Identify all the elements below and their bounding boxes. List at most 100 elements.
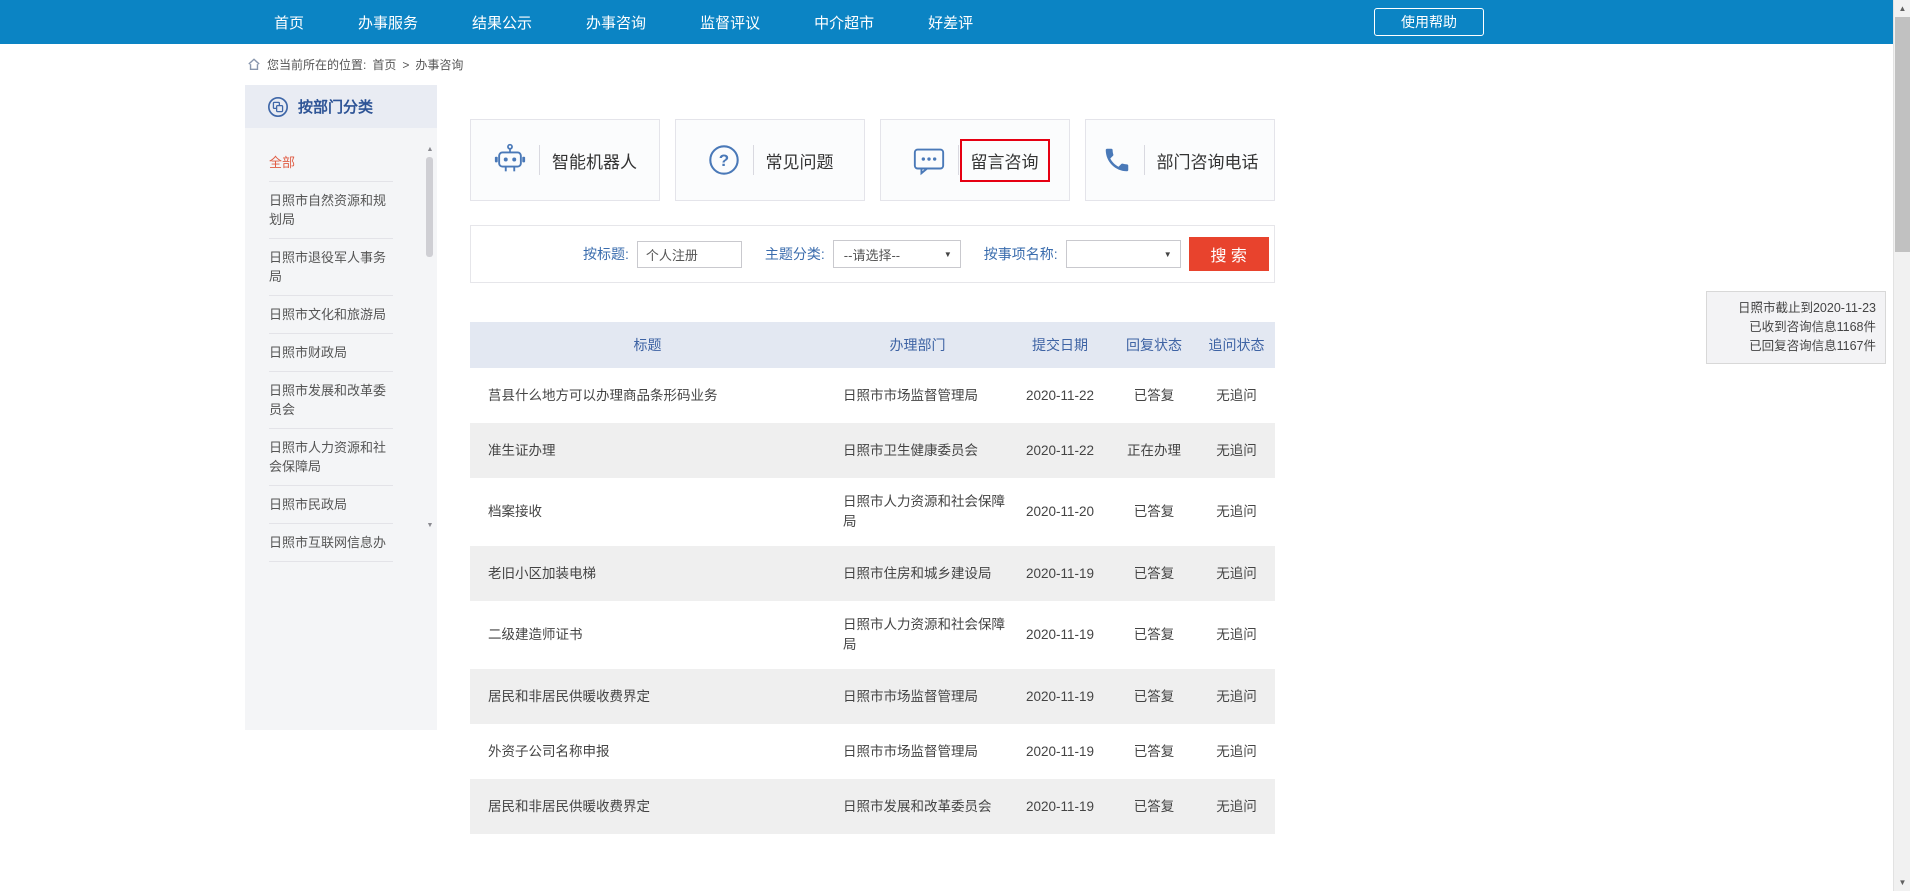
scroll-up-icon[interactable]: ▲ [1894, 0, 1910, 17]
sidebar-item-finance[interactable]: 日照市财政局 [269, 334, 393, 372]
tab-divider [958, 145, 959, 175]
row-title-link[interactable]: 老旧小区加装电梯 [470, 564, 825, 584]
title-filter-label: 按标题: [583, 244, 629, 264]
row-date: 2020-11-19 [1010, 625, 1110, 645]
breadcrumb-current[interactable]: 办事咨询 [415, 56, 463, 73]
row-title-link[interactable]: 档案接收 [470, 502, 825, 522]
chevron-down-icon: ▼ [944, 250, 952, 259]
row-reply-status: 已答复 [1110, 797, 1198, 817]
nav-item-rating[interactable]: 好差评 [928, 12, 973, 33]
nav-items: 首页 办事服务 结果公示 办事咨询 监督评议 中介超市 好差评 [274, 0, 973, 44]
message-icon [912, 143, 946, 177]
row-reply-status: 已答复 [1110, 502, 1198, 522]
table-row[interactable]: 居民和非居民供暖收费界定 日照市市场监督管理局 2020-11-19 已答复 无… [470, 669, 1275, 724]
category-icon [267, 96, 289, 118]
row-date: 2020-11-22 [1010, 386, 1110, 406]
nav-item-services[interactable]: 办事服务 [358, 12, 418, 33]
tab-phone-consult-label: 部门咨询电话 [1157, 148, 1259, 173]
sidebar-scroll-down-icon[interactable]: ▼ [425, 521, 435, 531]
sidebar-item-all[interactable]: 全部 [269, 144, 393, 182]
row-title-link[interactable]: 准生证办理 [470, 441, 825, 461]
nav-item-supervision[interactable]: 监督评议 [700, 12, 760, 33]
row-followup-status: 无追问 [1198, 625, 1275, 645]
row-department: 日照市卫生健康委员会 [825, 441, 1010, 461]
home-icon [247, 58, 261, 71]
header-reply-status: 回复状态 [1110, 335, 1198, 355]
phone-icon [1102, 145, 1132, 175]
page-scrollbar[interactable]: ▲ ▼ [1893, 0, 1910, 891]
sidebar-scroll-up-icon[interactable]: ▲ [425, 145, 435, 155]
tab-smart-robot-label: 智能机器人 [552, 148, 637, 173]
sidebar-item-internet-info[interactable]: 日照市互联网信息办 [269, 524, 393, 562]
row-reply-status: 正在办理 [1110, 441, 1198, 461]
row-reply-status: 已答复 [1110, 625, 1198, 645]
chevron-down-icon: ▼ [1164, 250, 1172, 259]
svg-text:?: ? [718, 151, 728, 170]
table-row[interactable]: 档案接收 日照市人力资源和社会保障局 2020-11-20 已答复 无追问 [470, 478, 1275, 546]
stats-line-3: 已回复咨询信息1167件 [1716, 337, 1876, 356]
table-header-row: 标题 办理部门 提交日期 回复状态 追问状态 [470, 322, 1275, 368]
nav-item-agency-market[interactable]: 中介超市 [814, 12, 874, 33]
tab-phone-consult[interactable]: 部门咨询电话 [1085, 119, 1275, 201]
row-department: 日照市发展和改革委员会 [825, 797, 1010, 817]
nav-item-results[interactable]: 结果公示 [472, 12, 532, 33]
search-bar: 按标题: 主题分类: --请选择-- ▼ 按事项名称: ▼ 搜 索 [470, 225, 1275, 283]
sidebar-item-civil-affairs[interactable]: 日照市民政局 [269, 486, 393, 524]
tab-message-consult[interactable]: 留言咨询 [880, 119, 1070, 201]
row-department: 日照市人力资源和社会保障局 [825, 492, 1010, 532]
department-sidebar: 按部门分类 全部 日照市自然资源和规划局 日照市退役军人事务局 日照市文化和旅游… [245, 85, 437, 730]
table-row[interactable]: 准生证办理 日照市卫生健康委员会 2020-11-22 正在办理 无追问 [470, 423, 1275, 478]
row-department: 日照市人力资源和社会保障局 [825, 615, 1010, 655]
nav-item-home[interactable]: 首页 [274, 12, 304, 33]
tab-message-consult-label: 留言咨询 [971, 148, 1039, 173]
table-row[interactable]: 二级建造师证书 日照市人力资源和社会保障局 2020-11-19 已答复 无追问 [470, 601, 1275, 669]
row-date: 2020-11-19 [1010, 564, 1110, 584]
tab-faq[interactable]: ? 常见问题 [675, 119, 865, 201]
robot-icon [493, 143, 527, 177]
table-row[interactable]: 外资子公司名称申报 日照市市场监督管理局 2020-11-19 已答复 无追问 [470, 724, 1275, 779]
stats-line-1: 日照市截止到2020-11-23 [1716, 299, 1876, 318]
help-button[interactable]: 使用帮助 [1374, 8, 1484, 36]
tab-smart-robot[interactable]: 智能机器人 [470, 119, 660, 201]
scroll-thumb[interactable] [1895, 17, 1910, 252]
sidebar-scrollbar: ▲ ▼ [425, 145, 435, 531]
breadcrumb-home-link[interactable]: 首页 [372, 56, 396, 73]
table-row[interactable]: 莒县什么地方可以办理商品条形码业务 日照市市场监督管理局 2020-11-22 … [470, 368, 1275, 423]
sidebar-scroll-thumb[interactable] [426, 157, 433, 257]
row-reply-status: 已答复 [1110, 386, 1198, 406]
row-followup-status: 无追问 [1198, 797, 1275, 817]
table-row[interactable]: 老旧小区加装电梯 日照市住房和城乡建设局 2020-11-19 已答复 无追问 [470, 546, 1275, 601]
row-date: 2020-11-19 [1010, 797, 1110, 817]
row-followup-status: 无追问 [1198, 564, 1275, 584]
row-title-link[interactable]: 居民和非居民供暖收费界定 [470, 687, 825, 707]
table-row[interactable]: 居民和非居民供暖收费界定 日照市发展和改革委员会 2020-11-19 已答复 … [470, 779, 1275, 834]
scroll-down-icon[interactable]: ▼ [1894, 874, 1910, 891]
title-filter-input[interactable] [637, 241, 742, 268]
category-select[interactable]: --请选择-- ▼ [833, 240, 961, 268]
tab-faq-label: 常见问题 [766, 148, 834, 173]
sidebar-item-culture-tourism[interactable]: 日照市文化和旅游局 [269, 296, 393, 334]
row-date: 2020-11-22 [1010, 441, 1110, 461]
stats-line-2: 已收到咨询信息1168件 [1716, 318, 1876, 337]
row-department: 日照市市场监督管理局 [825, 687, 1010, 707]
header-date: 提交日期 [1010, 335, 1110, 355]
tab-divider [753, 145, 754, 175]
top-nav: 首页 办事服务 结果公示 办事咨询 监督评议 中介超市 好差评 使用帮助 [0, 0, 1910, 44]
sidebar-item-veterans-affairs[interactable]: 日照市退役军人事务局 [269, 239, 393, 296]
row-title-link[interactable]: 居民和非居民供暖收费界定 [470, 797, 825, 817]
nav-item-consult[interactable]: 办事咨询 [586, 12, 646, 33]
sidebar-item-natural-resources[interactable]: 日照市自然资源和规划局 [269, 182, 393, 239]
page: 首页 办事服务 结果公示 办事咨询 监督评议 中介超市 好差评 使用帮助 您当前… [0, 0, 1910, 891]
row-title-link[interactable]: 外资子公司名称申报 [470, 742, 825, 762]
sidebar-item-development-reform[interactable]: 日照市发展和改革委员会 [269, 372, 393, 429]
row-title-link[interactable]: 二级建造师证书 [470, 625, 825, 645]
row-title-link[interactable]: 莒县什么地方可以办理商品条形码业务 [470, 386, 825, 406]
breadcrumb-prefix: 您当前所在的位置: [267, 56, 366, 73]
sidebar-item-human-resources[interactable]: 日照市人力资源和社会保障局 [269, 429, 393, 486]
consultation-table: 标题 办理部门 提交日期 回复状态 追问状态 莒县什么地方可以办理商品条形码业务… [470, 322, 1275, 834]
search-button[interactable]: 搜 索 [1189, 237, 1269, 271]
item-select[interactable]: ▼ [1066, 240, 1181, 268]
row-followup-status: 无追问 [1198, 742, 1275, 762]
row-reply-status: 已答复 [1110, 742, 1198, 762]
department-list: 全部 日照市自然资源和规划局 日照市退役军人事务局 日照市文化和旅游局 日照市财… [245, 128, 437, 562]
